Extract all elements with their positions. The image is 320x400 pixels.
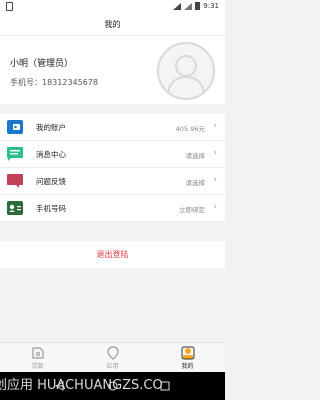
wallet-icon: [7, 120, 23, 134]
network-icon: [184, 2, 193, 10]
chevron-right-icon: ›: [213, 148, 217, 158]
status-bar: 9:31: [0, 0, 225, 14]
menu-item-feedback[interactable]: 问题反馈 请选择 ›: [0, 168, 225, 195]
tab-loan[interactable]: 贷款: [0, 343, 75, 372]
chevron-right-icon: ›: [213, 175, 217, 185]
menu-item-messages[interactable]: 消息中心 请选择 ›: [0, 141, 225, 168]
loan-icon: [31, 347, 44, 359]
menu-item-value: 请选择: [185, 152, 206, 160]
battery-icon: [195, 2, 201, 10]
profile-card: 小明（管理员） 手机号：18312345678: [0, 36, 225, 104]
feedback-icon: [7, 174, 23, 188]
message-icon: [7, 147, 23, 161]
sd-card-icon: [6, 2, 13, 11]
chevron-right-icon: ›: [213, 202, 217, 212]
phone-card-icon: [7, 201, 23, 215]
user-avatar-icon: [167, 55, 205, 97]
tab-label: 应用: [106, 363, 119, 370]
bottom-tab-bar: 贷款 应用 我的: [0, 342, 225, 372]
page-title: 我的: [0, 14, 225, 36]
tab-apps[interactable]: 应用: [75, 343, 150, 372]
tab-label: 我的: [181, 363, 194, 370]
watermark-text: 创应用 HUACHUANGZS.CO: [0, 378, 163, 393]
menu-item-value: 405.96元: [175, 125, 205, 133]
status-indicators: 9:31: [173, 2, 219, 10]
me-icon: [181, 346, 194, 360]
menu-item-account[interactable]: 我的账户 405.96元 ›: [0, 114, 225, 141]
menu-item-phone[interactable]: 手机号码 立即绑定 ›: [0, 195, 225, 222]
signal-icon: [173, 2, 182, 10]
menu-item-label: 手机号码: [36, 204, 66, 213]
menu-item-value: 立即绑定: [179, 206, 205, 214]
avatar[interactable]: [157, 42, 215, 100]
settings-menu: 我的账户 405.96元 › 消息中心 请选择 › 问题反馈 请选择 › 手机号…: [0, 114, 225, 222]
menu-item-label: 问题反馈: [36, 177, 66, 186]
watermark-banner: 创应用 HUACHUANGZS.CO: [0, 372, 225, 400]
tab-label: 贷款: [31, 363, 44, 370]
menu-item-label: 我的账户: [36, 123, 66, 132]
menu-item-value: 请选择: [185, 179, 206, 187]
logout-button[interactable]: 退出登陆: [0, 241, 225, 268]
menu-item-label: 消息中心: [36, 150, 66, 159]
tab-me[interactable]: 我的: [150, 343, 225, 372]
home-icon[interactable]: [108, 381, 118, 391]
recents-icon[interactable]: [160, 381, 170, 391]
user-name: 小明（管理员）: [10, 59, 74, 69]
app-icon: [106, 346, 119, 360]
user-phone: 手机号：18312345678: [10, 78, 98, 87]
chevron-right-icon: ›: [213, 121, 217, 131]
back-icon[interactable]: [55, 381, 65, 391]
clock: 9:31: [203, 2, 219, 10]
